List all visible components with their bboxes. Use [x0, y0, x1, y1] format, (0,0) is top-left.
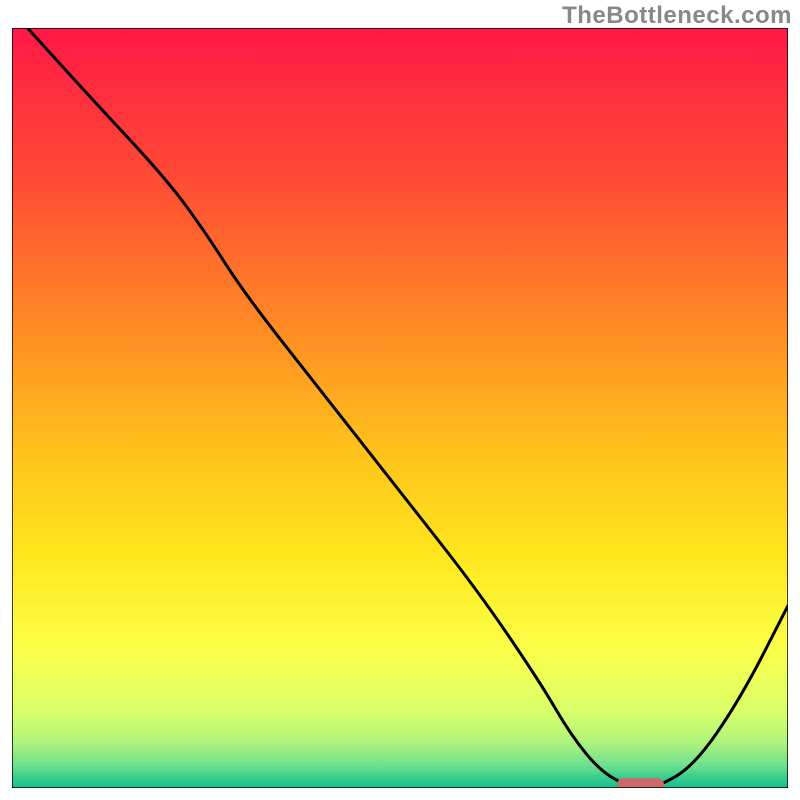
chart-plot-area [12, 28, 788, 788]
chart-background [12, 28, 788, 788]
watermark-text: TheBottleneck.com [562, 2, 792, 30]
optimal-range-marker [617, 778, 664, 788]
chart-svg [12, 28, 788, 788]
chart-container: TheBottleneck.com [0, 0, 800, 800]
